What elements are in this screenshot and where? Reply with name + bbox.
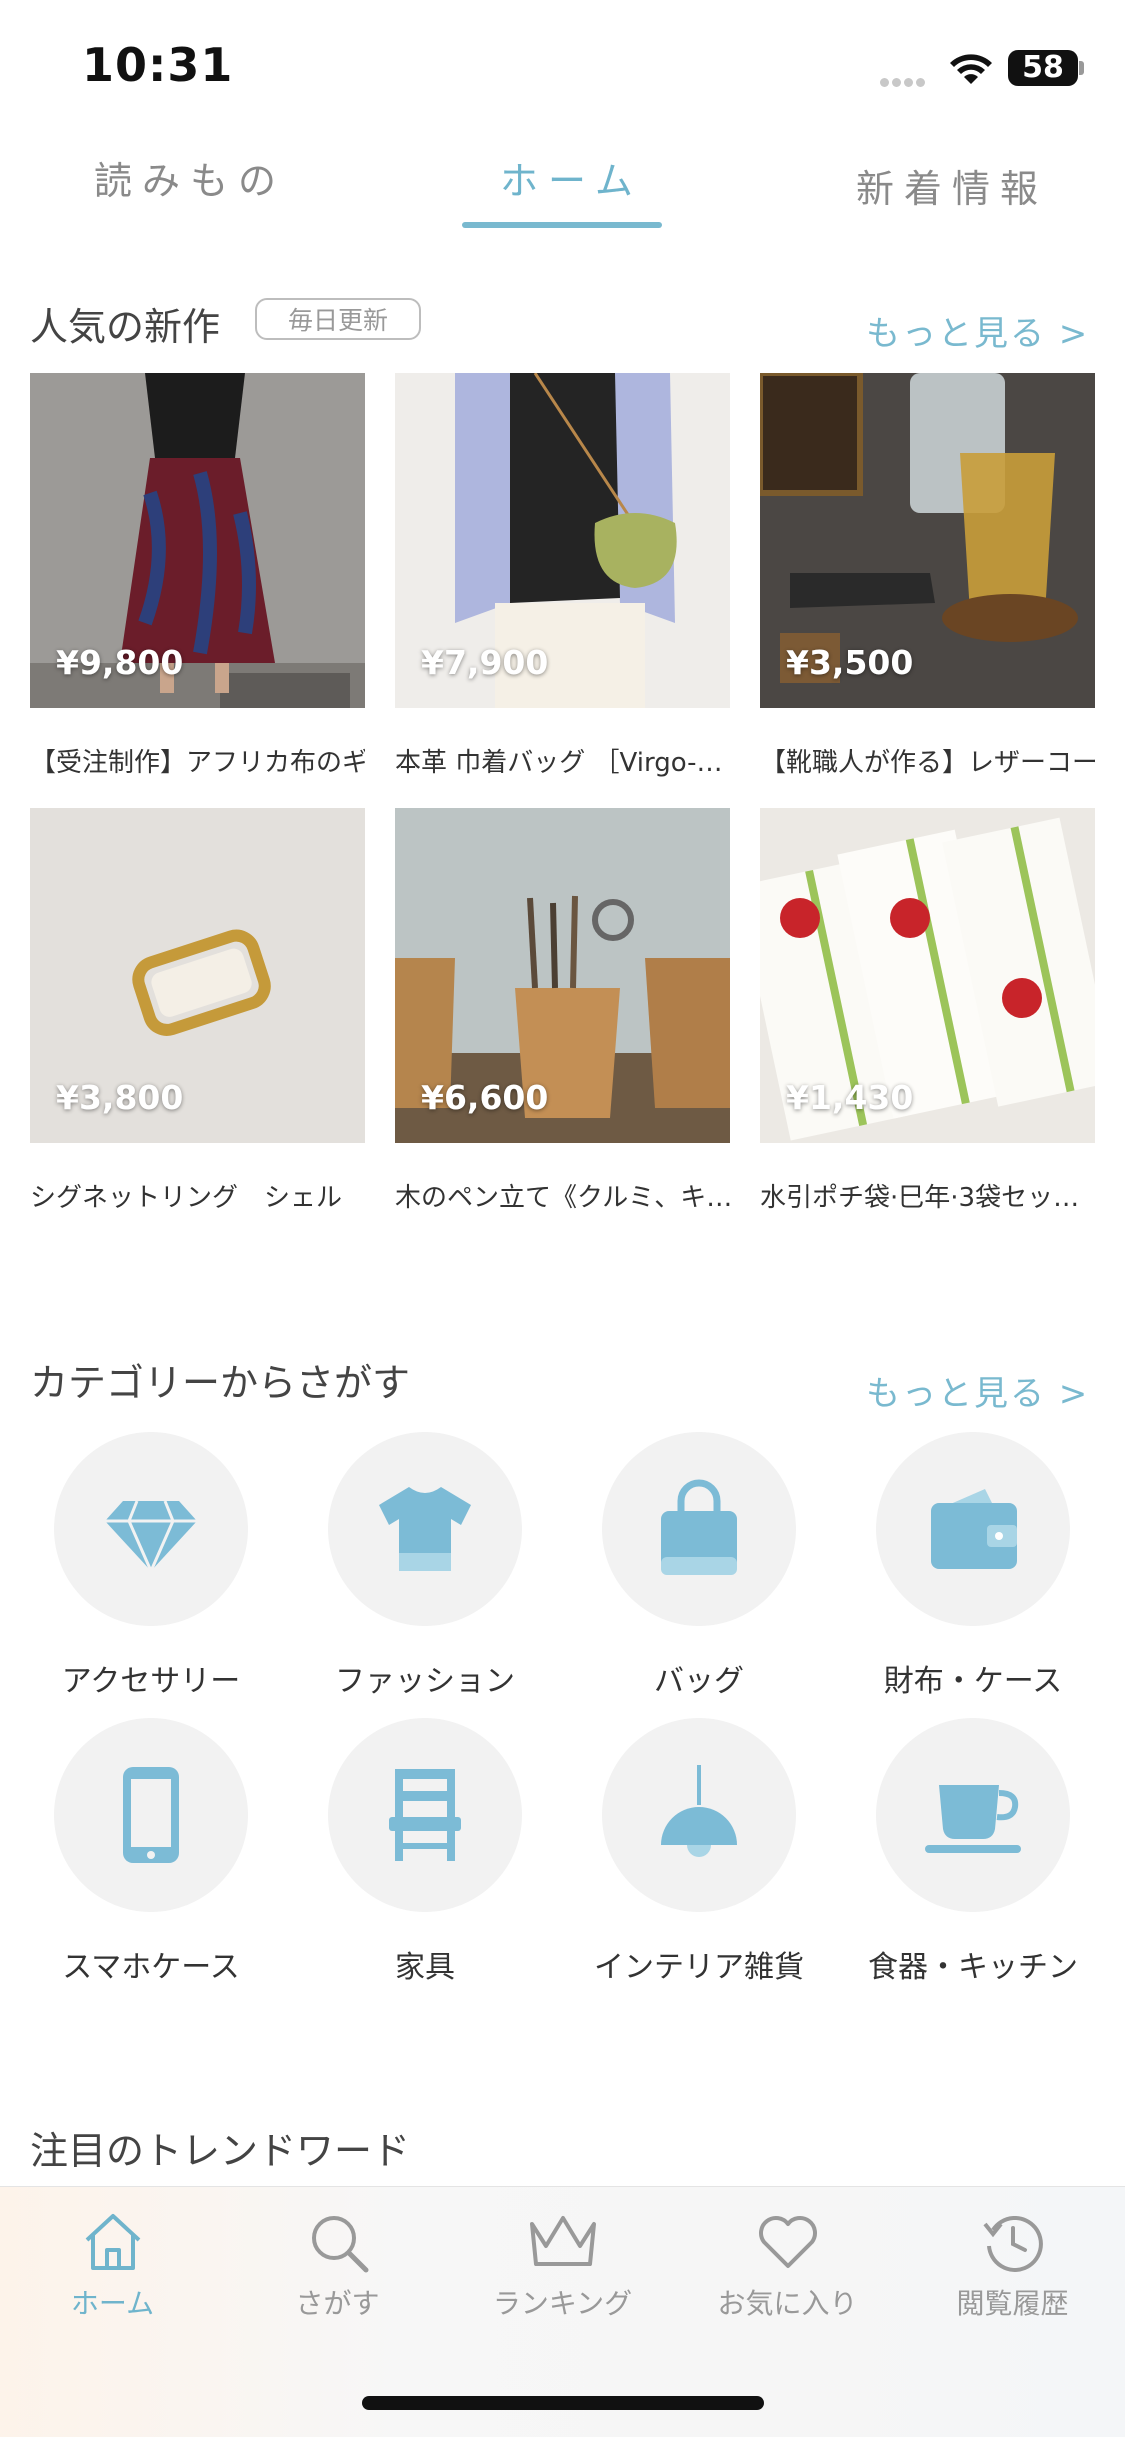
crown-icon — [529, 2216, 596, 2266]
product-name: 【受注制作】アフリカ布のギ… — [30, 748, 365, 778]
product-price: ¥9,800 — [56, 643, 184, 682]
active-tab-indicator — [462, 222, 662, 228]
product-image: ¥3,500 — [760, 373, 1095, 708]
heart-icon — [758, 2216, 817, 2268]
status-time: 10:31 — [82, 38, 234, 92]
category-label: アクセサリー — [61, 1664, 241, 1699]
product-name: 水引ポチ袋·巳年·3袋セッ… — [760, 1183, 1080, 1213]
category-phone-case[interactable]: スマホケース — [26, 1718, 276, 1986]
category-furniture[interactable]: 家具 — [300, 1718, 550, 1986]
nav-history[interactable]: 閲覧履歴 — [900, 2210, 1125, 2322]
chair-icon — [389, 1769, 461, 1861]
category-label: ファッション — [335, 1664, 515, 1699]
product-card[interactable]: ¥6,600 木のペン立て《クルミ、キ… — [395, 808, 730, 1214]
nav-label: ホーム — [70, 2287, 155, 2320]
popular-more-link[interactable]: もっと見る > — [866, 306, 1089, 355]
section-title-categories: カテゴリーからさがす — [30, 1361, 411, 1405]
category-accessory[interactable]: アクセサリー — [26, 1432, 276, 1700]
product-name: シグネットリング シェル — [30, 1183, 343, 1213]
category-label: 食器・キッチン — [868, 1950, 1078, 1985]
tab-news[interactable]: 新着情報 — [856, 158, 1048, 213]
product-name: 本革 巾着バッグ ［Virgo-… — [395, 748, 723, 778]
nav-search[interactable]: さがす — [225, 2210, 450, 2322]
category-label: バッグ — [654, 1664, 744, 1699]
product-image: ¥3,800 — [30, 808, 365, 1143]
signal-icon — [880, 72, 928, 91]
tab-home[interactable]: ホーム — [500, 150, 643, 205]
product-price: ¥6,600 — [421, 1078, 549, 1117]
nav-ranking[interactable]: ランキング — [450, 2210, 675, 2322]
battery-icon: 58 — [1008, 50, 1078, 86]
nav-favorites[interactable]: お気に入り — [675, 2210, 900, 2322]
category-interior[interactable]: インテリア雑貨 — [574, 1718, 824, 1986]
product-name: 木のペン立て《クルミ、キ… — [395, 1183, 730, 1213]
nav-label: お気に入り — [717, 2287, 858, 2320]
categories-more-link[interactable]: もっと見る > — [866, 1366, 1089, 1415]
bag-icon — [661, 1479, 737, 1575]
product-price: ¥3,800 — [56, 1078, 184, 1117]
daily-update-badge: 毎日更新 — [255, 298, 421, 340]
product-price: ¥1,430 — [786, 1078, 914, 1117]
category-label: インテリア雑貨 — [594, 1950, 804, 1985]
product-image: ¥7,900 — [395, 373, 730, 708]
product-card[interactable]: ¥9,800 【受注制作】アフリカ布のギ… — [30, 373, 365, 779]
product-price: ¥3,500 — [786, 643, 914, 682]
product-card[interactable]: ¥3,500 【靴職人が作る】レザーコー… — [760, 373, 1095, 779]
product-image: ¥1,430 — [760, 808, 1095, 1143]
tab-yomimono[interactable]: 読みもの — [94, 150, 286, 205]
category-kitchen[interactable]: 食器・キッチン — [848, 1718, 1098, 1986]
category-label: スマホケース — [62, 1950, 240, 1985]
product-price: ¥7,900 — [421, 643, 549, 682]
category-label: 財布・ケース — [883, 1664, 1063, 1699]
nav-label: さがす — [295, 2287, 380, 2320]
product-image: ¥6,600 — [395, 808, 730, 1143]
section-title-trend: 注目のトレンドワード — [30, 2129, 411, 2173]
search-icon — [311, 2216, 368, 2273]
product-card[interactable]: ¥1,430 水引ポチ袋·巳年·3袋セッ… — [760, 808, 1095, 1214]
home-indicator — [362, 2396, 764, 2410]
nav-home[interactable]: ホーム — [0, 2210, 225, 2322]
category-fashion[interactable]: ファッション — [300, 1432, 550, 1700]
category-label: 家具 — [395, 1950, 455, 1985]
nav-label: ランキング — [492, 2287, 633, 2320]
history-icon — [982, 2215, 1043, 2272]
lamp-icon — [661, 1765, 737, 1857]
category-wallet[interactable]: 財布・ケース — [848, 1432, 1098, 1700]
product-card[interactable]: ¥7,900 本革 巾着バッグ ［Virgo-… — [395, 373, 730, 779]
smartphone-icon — [123, 1767, 179, 1863]
product-name: 【靴職人が作る】レザーコー… — [760, 748, 1095, 778]
home-icon — [85, 2214, 140, 2270]
product-card[interactable]: ¥3,800 シグネットリング シェル — [30, 808, 365, 1214]
nav-label: 閲覧履歴 — [956, 2287, 1069, 2320]
product-image: ¥9,800 — [30, 373, 365, 708]
cup-icon — [925, 1785, 1021, 1853]
wallet-icon — [931, 1489, 1017, 1569]
wifi-icon — [950, 54, 992, 84]
section-title-popular: 人気の新作 — [30, 305, 221, 349]
battery-cap — [1079, 61, 1084, 75]
category-bag[interactable]: バッグ — [574, 1432, 824, 1700]
tshirt-icon — [379, 1487, 471, 1571]
diamond-icon — [105, 1500, 197, 1575]
